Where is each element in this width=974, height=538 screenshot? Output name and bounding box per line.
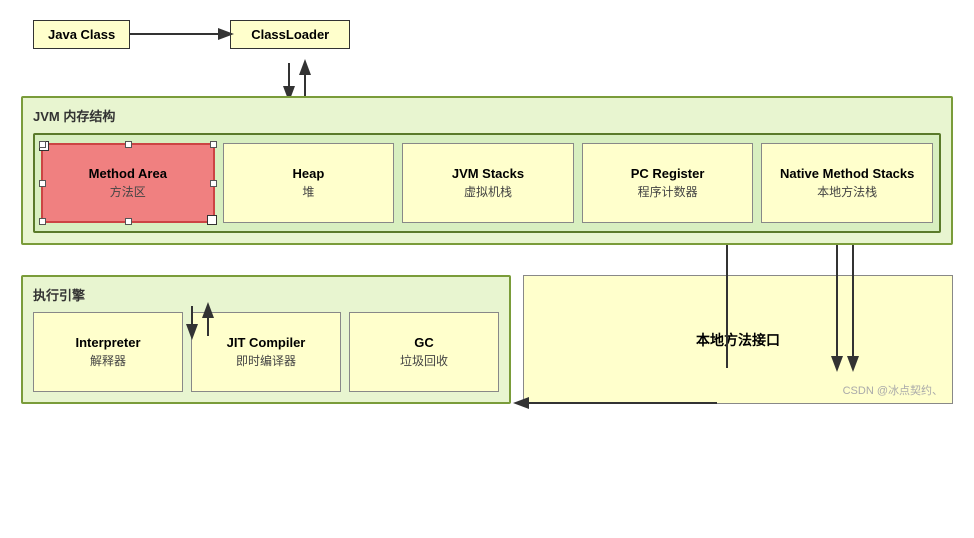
jvm-title: JVM 内存结构 <box>33 106 941 125</box>
classloader-box: ClassLoader <box>230 20 350 49</box>
jvm-stacks-cell: JVM Stacks 虚拟机栈 <box>402 143 574 223</box>
execution-title: 执行引擎 <box>33 285 499 304</box>
heap-title: Heap <box>292 166 324 181</box>
gc-cell: GC 垃圾回收 <box>349 312 499 392</box>
gc-subtitle: 垃圾回收 <box>400 352 448 369</box>
jit-compiler-cell: JIT Compiler 即时编译器 <box>191 312 341 392</box>
jvm-memory-box: JVM 内存结构 Method Area 方法区 Heap 堆 <box>21 96 953 245</box>
top-row: Java Class ClassLoader <box>17 8 957 60</box>
native-method-stacks-cell: Native Method Stacks 本地方法栈 <box>761 143 933 223</box>
method-area-cell: Method Area 方法区 <box>41 143 215 223</box>
heap-subtitle: 堆 <box>302 183 314 200</box>
jit-compiler-title: JIT Compiler <box>227 335 306 350</box>
pc-register-subtitle: 程序计数器 <box>638 183 698 200</box>
java-class-label: Java Class <box>48 27 115 42</box>
jvm-inner: Method Area 方法区 Heap 堆 JVM Stacks 虚拟机栈 P… <box>33 133 941 233</box>
pc-register-cell: PC Register 程序计数器 <box>582 143 754 223</box>
interpreter-title: Interpreter <box>75 335 140 350</box>
execution-inner: Interpreter 解释器 JIT Compiler 即时编译器 GC 垃圾… <box>33 312 499 392</box>
heap-cell: Heap 堆 <box>223 143 395 223</box>
interpreter-cell: Interpreter 解释器 <box>33 312 183 392</box>
native-method-stacks-subtitle: 本地方法栈 <box>817 183 877 200</box>
jvm-stacks-title: JVM Stacks <box>452 166 524 181</box>
watermark: CSDN @冰点契约、 <box>843 382 943 398</box>
pc-register-title: PC Register <box>631 166 705 181</box>
java-class-box: Java Class <box>33 20 130 49</box>
bottom-row: 执行引擎 Interpreter 解释器 JIT Compiler 即时编译器 … <box>21 275 953 404</box>
native-method-stacks-title: Native Method Stacks <box>780 166 914 181</box>
gc-title: GC <box>414 335 434 350</box>
execution-engine-box: 执行引擎 Interpreter 解释器 JIT Compiler 即时编译器 … <box>21 275 511 404</box>
interpreter-subtitle: 解释器 <box>90 352 126 369</box>
method-area-title: Method Area <box>89 166 167 181</box>
diagram-container: Java Class ClassLoader JVM 内存结构 Method A… <box>17 8 957 404</box>
classloader-label: ClassLoader <box>251 27 329 42</box>
jit-compiler-subtitle: 即时编译器 <box>236 352 296 369</box>
native-interface-label: 本地方法接口 <box>696 330 780 350</box>
method-area-subtitle: 方法区 <box>110 183 146 200</box>
jvm-stacks-subtitle: 虚拟机栈 <box>464 183 512 200</box>
